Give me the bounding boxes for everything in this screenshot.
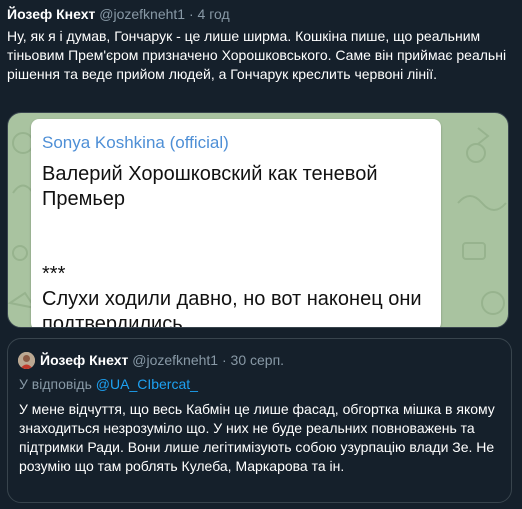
quoted-tweet-time[interactable]: 30 серп. xyxy=(231,352,285,368)
message-stars: *** xyxy=(42,263,66,285)
channel-name: Sonya Koshkina (official) xyxy=(42,133,229,152)
quoted-author-name[interactable]: Йозеф Кнехт xyxy=(40,352,128,368)
message-text: Валерий Хорошковский как теневой Премьер… xyxy=(42,162,437,328)
quoted-author-handle[interactable]: @jozefkneht1 xyxy=(132,352,218,368)
quoted-tweet-header: Йозеф Кнехт @jozefkneht1 · 30 серп. xyxy=(40,352,284,369)
reply-prefix: У відповідь xyxy=(19,376,92,392)
tweet[interactable]: Йозеф Кнехт @jozefkneht1 · 4 год Ну, як … xyxy=(0,0,522,509)
message-line-2: Слухи ходили давно, но вот наконец они п… xyxy=(42,288,422,328)
tweet-time[interactable]: 4 год xyxy=(198,6,230,22)
quoted-tweet[interactable]: Йозеф Кнехт @jozefkneht1 · 30 серп. У ві… xyxy=(7,338,512,503)
tweet-media-image[interactable]: Sonya Koshkina (official) Валерий Хорошк… xyxy=(7,112,509,328)
quoted-tweet-text: У мене відчуття, що весь Кабмін це лише … xyxy=(19,401,495,474)
user-avatar-icon xyxy=(18,352,35,369)
message-bubble: Sonya Koshkina (official) Валерий Хорошк… xyxy=(31,119,441,328)
tweet-header: Йозеф Кнехт @jozefkneht1 · 4 год xyxy=(7,6,230,23)
reply-context: У відповідь @UA_CIbercat_ xyxy=(19,376,198,393)
tweet-text: Ну, як я і думав, Гончарук - це лише шир… xyxy=(7,28,507,82)
author-handle[interactable]: @jozefkneht1 xyxy=(99,6,185,22)
separator-dot: · xyxy=(188,6,194,22)
message-line-1: Валерий Хорошковский как теневой Премьер xyxy=(42,163,378,210)
separator-dot: · xyxy=(221,352,227,368)
reply-to-link[interactable]: @UA_CIbercat_ xyxy=(96,376,198,392)
author-name[interactable]: Йозеф Кнехт xyxy=(7,6,95,22)
